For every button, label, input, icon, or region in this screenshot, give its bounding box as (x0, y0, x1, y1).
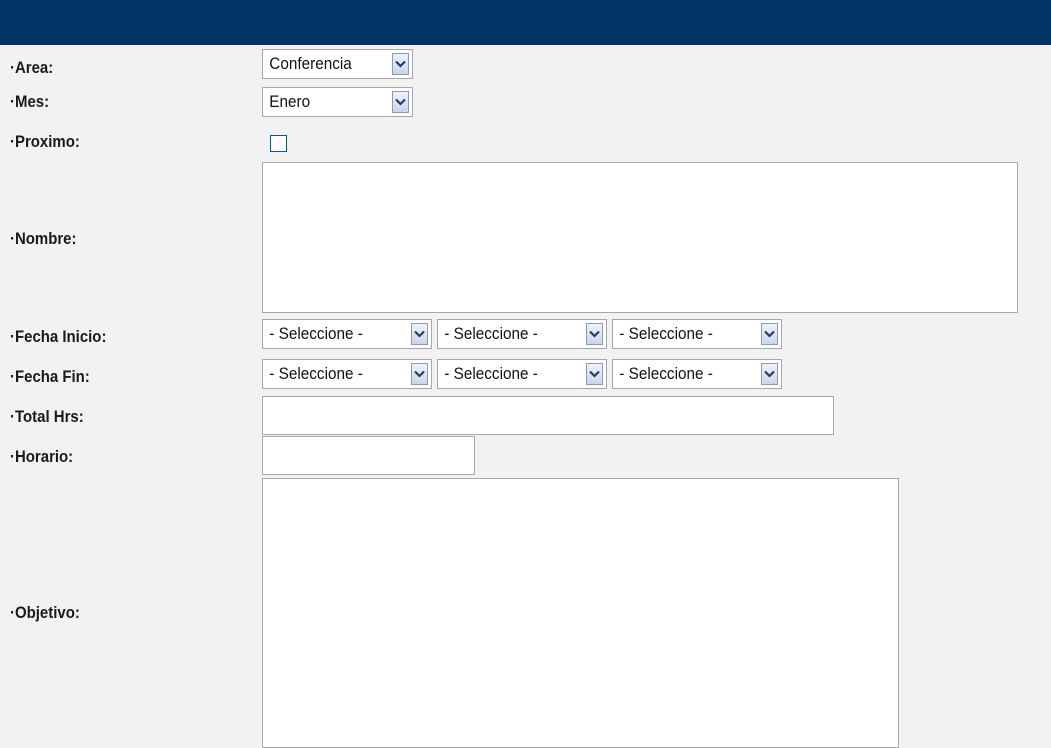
header-bar (0, 0, 1051, 45)
area-select-value: Conferencia (269, 54, 352, 73)
fecha-inicio-day-select[interactable]: - Seleccione - (262, 319, 432, 349)
chevron-down-icon[interactable] (392, 53, 409, 75)
fecha-inicio-year-select[interactable]: - Seleccione - (612, 319, 782, 349)
mes-select[interactable]: Enero (262, 87, 413, 117)
fecha-fin-year-value: - Seleccione - (619, 364, 713, 383)
fecha-fin-label: ·Fecha Fin: (10, 367, 90, 386)
fecha-fin-month-value: - Seleccione - (444, 364, 538, 383)
fecha-inicio-month-value: - Seleccione - (444, 324, 538, 343)
nombre-textarea[interactable] (262, 162, 1018, 313)
chevron-down-icon[interactable] (761, 363, 778, 385)
total-hrs-label: ·Total Hrs: (10, 407, 84, 426)
total-hrs-input[interactable] (262, 396, 834, 435)
fecha-fin-year-select[interactable]: - Seleccione - (612, 359, 782, 389)
horario-input[interactable] (262, 436, 475, 475)
nombre-label: ·Nombre: (10, 229, 77, 248)
chevron-down-icon[interactable] (411, 363, 428, 385)
chevron-down-icon[interactable] (586, 363, 603, 385)
area-label: ·Area: (10, 58, 54, 77)
area-select[interactable]: Conferencia (262, 49, 413, 79)
proximo-label: ·Proximo: (10, 132, 80, 151)
fecha-inicio-month-select[interactable]: - Seleccione - (437, 319, 607, 349)
fecha-inicio-day-value: - Seleccione - (269, 324, 363, 343)
mes-select-value: Enero (269, 92, 311, 111)
horario-label: ·Horario: (10, 447, 74, 466)
chevron-down-icon[interactable] (586, 323, 603, 345)
fecha-inicio-year-value: - Seleccione - (619, 324, 713, 343)
chevron-down-icon[interactable] (392, 91, 409, 113)
fecha-fin-day-select[interactable]: - Seleccione - (262, 359, 432, 389)
objetivo-textarea[interactable] (262, 478, 899, 748)
fecha-inicio-label: ·Fecha Inicio: (10, 327, 107, 346)
fecha-fin-month-select[interactable]: - Seleccione - (437, 359, 607, 389)
objetivo-label: ·Objetivo: (10, 603, 80, 622)
proximo-checkbox[interactable] (270, 135, 287, 152)
chevron-down-icon[interactable] (411, 323, 428, 345)
fecha-fin-day-value: - Seleccione - (269, 364, 363, 383)
mes-label: ·Mes: (10, 92, 50, 111)
chevron-down-icon[interactable] (761, 323, 778, 345)
